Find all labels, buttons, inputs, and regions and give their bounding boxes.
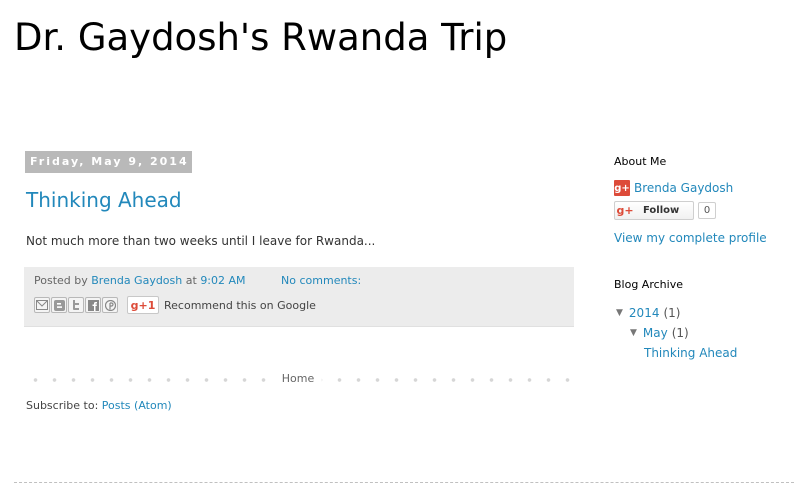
gplus-one-label: +1 [138,298,156,312]
blog-pager: Home [26,371,570,387]
posts-atom-link[interactable]: Posts (Atom) [102,399,172,412]
post-meta: Posted by Brenda Gaydosh at 9:02 AM No c… [34,274,361,287]
profile-name[interactable]: g+ Brenda Gaydosh [614,180,733,196]
about-me-title: About Me [614,155,667,168]
collapse-triangle-icon[interactable]: ▼ [616,308,623,318]
blog-archive-title: Blog Archive [614,278,683,291]
archive-year-2014[interactable]: ▼ 2014 (1) [616,306,680,320]
comments-link[interactable]: No comments: [281,274,361,287]
gplus-g-icon: g [130,298,139,312]
post-title[interactable]: Thinking Ahead [26,186,182,214]
subscribe-line: Subscribe to: Posts (Atom) [26,399,172,412]
follow-button[interactable]: g+ Follow [614,201,694,220]
post-title-link[interactable]: Thinking Ahead [26,188,182,212]
facebook-icon[interactable] [85,297,101,313]
email-icon[interactable] [34,297,50,313]
follow-count: 0 [698,202,716,219]
pinterest-icon[interactable] [102,297,118,313]
follow-widget: g+ Follow 0 [614,201,716,220]
collapse-triangle-icon[interactable]: ▼ [630,328,637,338]
archive-post-link[interactable]: Thinking Ahead [644,346,737,360]
archive-month-count: (1) [671,326,689,340]
archive-month-may[interactable]: ▼ May (1) [630,326,689,340]
home-link[interactable]: Home [273,371,323,387]
post-time-link[interactable]: 9:02 AM [200,274,245,287]
bottom-divider [14,482,794,483]
blogger-icon[interactable] [51,297,67,313]
share-buttons: g +1 Recommend this on Google [34,295,316,315]
archive-year-link[interactable]: 2014 [629,306,660,320]
view-profile-link[interactable]: View my complete profile [614,231,767,245]
follow-label: Follow [643,205,680,216]
at-label: at [185,274,197,287]
post-footer: Posted by Brenda Gaydosh at 9:02 AM No c… [24,267,574,327]
post-body: Not much more than two weeks until I lea… [26,234,376,248]
recommend-text: Recommend this on Google [164,298,316,312]
gplus-one-button[interactable]: g +1 [127,296,159,314]
google-plus-icon: g+ [616,204,634,217]
subscribe-label: Subscribe to: [26,399,99,412]
blog-title[interactable]: Dr. Gaydosh's Rwanda Trip [14,14,507,62]
twitter-icon[interactable] [68,297,84,313]
archive-month-link[interactable]: May [643,326,668,340]
archive-year-count: (1) [663,306,681,320]
google-plus-icon: g+ [614,180,630,196]
profile-name-link[interactable]: Brenda Gaydosh [634,181,733,195]
post-date-header: Friday, May 9, 2014 [25,151,192,173]
posted-by-label: Posted by [34,274,88,287]
archive-post[interactable]: Thinking Ahead [644,346,737,360]
post-author-link[interactable]: Brenda Gaydosh [91,274,182,287]
